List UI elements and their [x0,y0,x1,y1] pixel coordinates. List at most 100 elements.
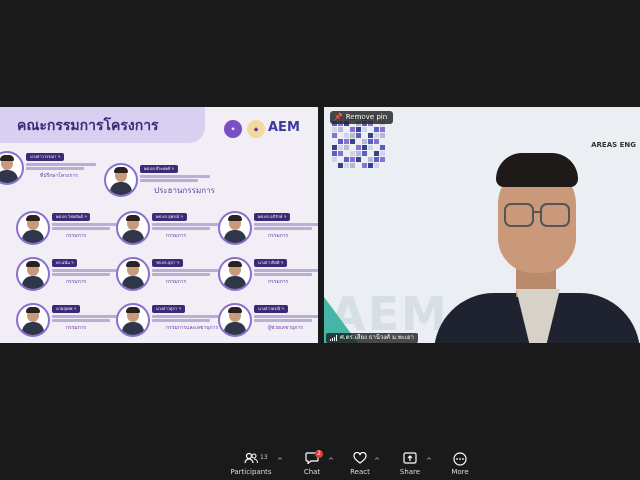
mosaic-tile [350,133,355,138]
member-desc-line [52,227,110,230]
member-desc-line [152,269,222,272]
chat-label: Chat [303,468,321,476]
member-name: นางสาวสุภา ฯ [152,305,185,313]
member-desc-line [26,167,84,170]
mosaic-tile [356,157,361,162]
member-desc-line [254,269,318,272]
mosaic-tile [362,127,367,132]
react-button[interactable]: React [338,451,382,478]
signal-icon [330,335,337,341]
chat-caret-icon[interactable]: ^ [328,457,334,465]
member-role: กรรมการ [66,279,87,285]
mosaic-tile [380,151,385,156]
mosaic-tile [362,145,367,150]
participants-label: Participants [230,468,272,476]
mosaic-tile [338,139,343,144]
member-name: นางสาววรรณา ฯ [26,153,64,161]
mosaic-tile [362,139,367,144]
committee-member: ผศ.ดร.อภิรักษ์ ฯกรรมการ [218,211,318,245]
mosaic-tile [368,157,373,162]
member-desc-line [254,227,312,230]
member-desc-line [254,223,318,226]
pin-icon: 📌 [334,113,343,121]
mosaic-tile [380,127,385,132]
mosaic-tile [332,157,337,162]
member-role: กรรมการ [166,233,187,239]
member-name: ดร.อนิน ฯ [52,259,78,267]
mosaic-tile [356,145,361,150]
mosaic-tile [332,151,337,156]
committee-member: รศ.ดร.สุภา ฯกรรมการ [116,257,234,291]
committee-member: นางสาววรรณา ฯที่ปรึกษาโครงการ [0,151,108,185]
member-photo [116,257,150,291]
mosaic-tile [374,127,379,132]
member-role: กรรมการ [66,325,87,331]
member-photo [0,151,24,185]
mosaic-tile [356,151,361,156]
member-desc-line [52,273,110,276]
mosaic-tile [368,139,373,144]
committee-member: นางสาวกิตติ ฯกรรมการ [218,257,318,291]
chat-button[interactable]: 2 Chat [290,450,334,478]
member-desc-line [26,163,96,166]
mosaic-tile [374,151,379,156]
mosaic-tile [350,163,355,168]
member-photo [16,257,50,291]
react-caret-icon[interactable]: ^ [374,457,380,465]
mosaic-tile [368,145,373,150]
member-role: กรรมการและเลขานุการ [166,325,219,331]
member-name: นางสาวอรณี ฯ [254,305,288,313]
member-desc-line [152,227,210,230]
member-desc-line [254,319,312,322]
mosaic-tile [374,163,379,168]
mosaic-tile [362,151,367,156]
shared-screen[interactable]: คณะกรรมการโครงการ ✦ ◆ AEM นางสาววรรณา ฯท… [0,107,318,343]
member-desc-line [52,269,122,272]
mosaic-tile [344,133,349,138]
share-caret-icon[interactable]: ^ [426,457,432,465]
member-desc-line [254,273,312,276]
mosaic-tile [338,151,343,156]
member-desc-line [152,319,210,322]
speaker-name: ศ.ดร.เสียง ธานีวงศ์ ม.พะเยา [340,334,414,341]
member-photo [116,211,150,245]
speaker-name-tag: ศ.ดร.เสียง ธานีวงศ์ ม.พะเยา [326,333,418,343]
committee-member: นางสาวอรณี ฯผู้ช่วยเลขานุการ [218,303,318,337]
member-name: ผศ.ดร.ธีระพงศ์ ฯ [140,165,178,173]
member-desc-line [254,315,318,318]
member-role: กรรมการ [268,279,289,285]
member-photo [218,303,252,337]
mosaic-tile [332,133,337,138]
mosaic-tile [344,139,349,144]
mosaic-tile [356,133,361,138]
mosaic-tile [338,163,343,168]
member-name: นางสาวกิตติ ฯ [254,259,288,267]
mosaic-tile [374,157,379,162]
speaker-video[interactable]: AREAS ENG AEM [324,107,640,343]
more-button[interactable]: More [438,452,482,478]
member-desc-line [152,223,222,226]
member-desc-line [152,273,210,276]
member-desc-line [140,175,210,178]
member-name: ผศ.ดร.ไชยยันต์ ฯ [52,213,91,221]
member-photo [16,303,50,337]
mosaic-tile [380,157,385,162]
member-role: ประธานกรรมการ [154,186,215,195]
remove-pin-button[interactable]: 📌 Remove pin [330,111,394,124]
mosaic-tile [380,133,385,138]
mosaic-tile [368,133,373,138]
member-name: ผศ.ดร.สุพรณ์ ฯ [152,213,187,221]
member-photo [104,163,138,197]
member-name: ผศ.ดร.อภิรักษ์ ฯ [254,213,290,221]
remove-pin-label: Remove pin [345,113,388,121]
mosaic-tile [380,145,385,150]
mosaic-tile [344,163,349,168]
member-desc-line [52,223,122,226]
mosaic-tile [356,127,361,132]
share-button[interactable]: Share [388,452,432,478]
mosaic-tile [350,151,355,156]
member-role: กรรมการ [166,279,187,285]
mosaic-tile [350,127,355,132]
member-photo [218,211,252,245]
participants-caret-icon[interactable]: ^ [277,457,283,465]
